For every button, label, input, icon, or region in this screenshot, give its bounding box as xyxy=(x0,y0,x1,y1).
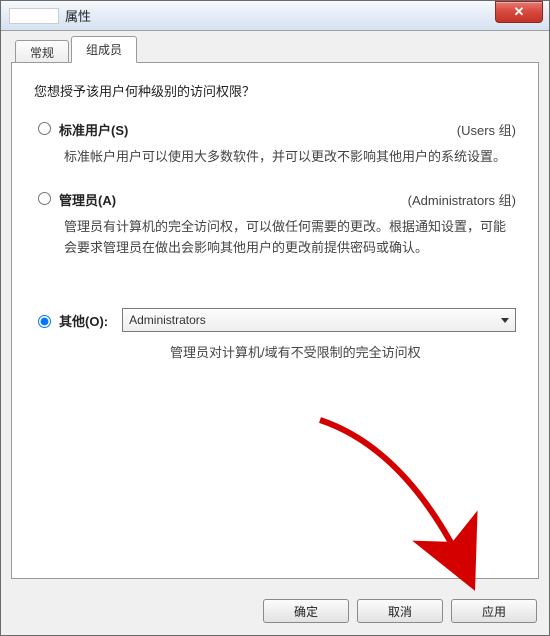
close-button[interactable]: ✕ xyxy=(495,1,543,23)
radio-other[interactable] xyxy=(38,315,51,328)
window-body: 常规 组成员 您想授予该用户何种级别的访问权限？ 标准用户(S) (Users … xyxy=(1,31,549,589)
label-standard-user[interactable]: 标准用户(S) xyxy=(59,120,128,139)
group-administrator: (Administrators 组) xyxy=(408,190,516,209)
titlebar[interactable]: 属性 ✕ xyxy=(1,1,549,31)
other-group-dropdown[interactable]: Administrators xyxy=(122,308,516,332)
window-title: 属性 xyxy=(61,6,495,25)
tabstrip: 常规 组成员 xyxy=(11,39,539,63)
titlebar-redacted xyxy=(9,8,59,24)
properties-window: 属性 ✕ 常规 组成员 您想授予该用户何种级别的访问权限？ 标准用户(S) (U… xyxy=(0,0,550,636)
radio-standard-user[interactable] xyxy=(38,122,51,135)
apply-button[interactable]: 应用 xyxy=(451,599,537,623)
group-standard-user: (Users 组) xyxy=(457,120,516,139)
ok-button[interactable]: 确定 xyxy=(263,599,349,623)
cancel-button[interactable]: 取消 xyxy=(357,599,443,623)
tab-general[interactable]: 常规 xyxy=(15,40,69,64)
access-level-prompt: 您想授予该用户何种级别的访问权限？ xyxy=(34,81,516,100)
close-icon: ✕ xyxy=(514,4,525,20)
dialog-button-row: 确定 取消 应用 xyxy=(1,589,549,635)
label-other[interactable]: 其他(O): xyxy=(59,311,108,330)
option-other: 其他(O): Administrators xyxy=(34,308,516,332)
desc-administrator: 管理员有计算机的完全访问权，可以做任何需要的更改。根据通知设置，可能会要求管理员… xyxy=(64,217,516,259)
option-standard-user: 标准用户(S) (Users 组) xyxy=(34,120,516,139)
label-administrator[interactable]: 管理员(A) xyxy=(59,190,116,209)
option-administrator: 管理员(A) (Administrators 组) xyxy=(34,190,516,209)
dropdown-selected-value: Administrators xyxy=(129,313,206,327)
desc-standard-user: 标准帐户用户可以使用大多数软件，并可以更改不影响其他用户的系统设置。 xyxy=(64,147,516,168)
radio-administrator[interactable] xyxy=(38,192,51,205)
tab-panel-members: 您想授予该用户何种级别的访问权限？ 标准用户(S) (Users 组) 标准帐户… xyxy=(11,62,539,579)
chevron-down-icon xyxy=(501,318,509,323)
tab-members[interactable]: 组成员 xyxy=(71,36,137,63)
desc-other: 管理员对计算机/域有不受限制的完全访问权 xyxy=(170,342,516,361)
